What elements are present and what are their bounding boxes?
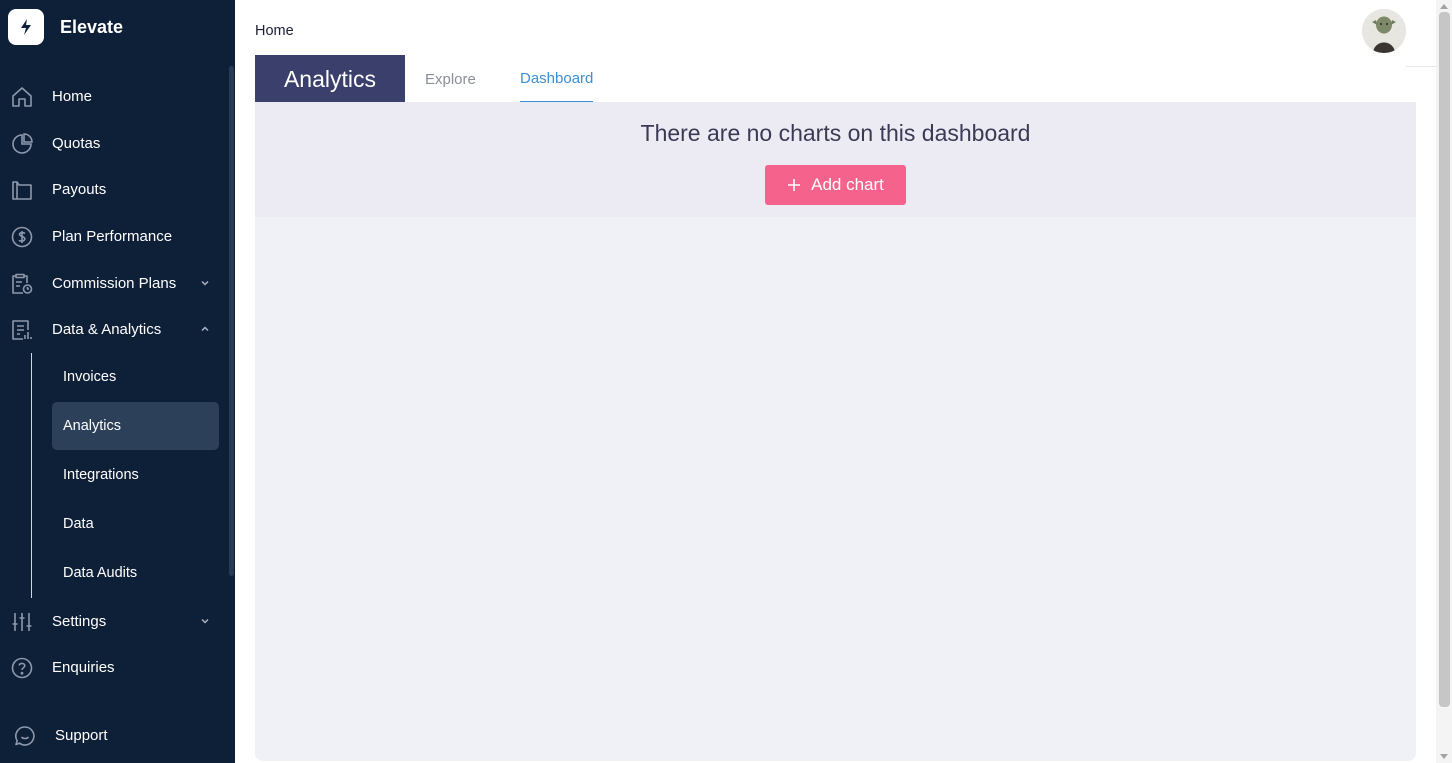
empty-state-message: There are no charts on this dashboard xyxy=(640,120,1031,146)
scroll-down-arrow-icon[interactable] xyxy=(1440,754,1448,760)
sidebar-item-label: Data & Analytics xyxy=(52,320,162,338)
submenu-guide-line xyxy=(31,353,32,598)
document-report-icon xyxy=(10,318,34,342)
sidebar-item-label: Enquiries xyxy=(52,658,115,676)
sidebar-item-label: Commission Plans xyxy=(52,274,177,292)
empty-state: There are no charts on this dashboard Ad… xyxy=(255,102,1416,217)
lightning-bolt-icon xyxy=(8,9,44,45)
sidebar-item-quotas[interactable]: Quotas xyxy=(0,123,229,163)
sidebar-item-plan-performance[interactable]: Plan Performance xyxy=(0,216,229,256)
dollar-circle-icon xyxy=(10,225,34,249)
sidebar-subitem-data-audits[interactable]: Data Audits xyxy=(52,549,219,597)
home-icon xyxy=(10,85,34,109)
help-circle-icon xyxy=(10,656,34,680)
sidebar-item-enquiries[interactable]: Enquiries xyxy=(0,647,229,687)
breadcrumb[interactable]: Home xyxy=(255,23,294,39)
sidebar-item-commission-plans[interactable]: Commission Plans xyxy=(0,263,229,303)
sidebar-item-settings[interactable]: Settings xyxy=(0,601,229,641)
sidebar: Elevate Home Quotas Payouts Plan Perform… xyxy=(0,0,235,763)
chat-bubble-icon xyxy=(13,724,37,748)
page-scrollbar-thumb[interactable] xyxy=(1439,12,1450,707)
chevron-down-icon[interactable] xyxy=(198,614,212,628)
page-title: Analytics xyxy=(255,55,405,103)
sidebar-subitem-invoices[interactable]: Invoices xyxy=(52,353,219,401)
sidebar-item-data-analytics[interactable]: Data & Analytics xyxy=(0,309,229,349)
app-name: Elevate xyxy=(60,16,124,37)
dashboard-panel: There are no charts on this dashboard Ad… xyxy=(255,102,1416,761)
sidebar-item-label: Plan Performance xyxy=(52,227,173,245)
support-button[interactable]: Support xyxy=(0,715,229,755)
sidebar-item-label: Settings xyxy=(52,612,107,630)
sidebar-item-label: Home xyxy=(52,87,93,105)
sidebar-subitem-analytics[interactable]: Analytics xyxy=(52,402,219,450)
sidebar-scrollbar[interactable] xyxy=(229,66,234,576)
sidebar-subitem-integrations[interactable]: Integrations xyxy=(52,451,219,499)
sidebar-item-payouts[interactable]: Payouts xyxy=(0,169,229,209)
header-divider xyxy=(1406,66,1436,67)
sidebar-item-label: Quotas xyxy=(52,134,101,152)
plus-icon xyxy=(788,179,801,191)
support-label: Support xyxy=(55,726,108,744)
sliders-icon xyxy=(10,610,34,634)
add-chart-label: Add chart xyxy=(811,175,884,194)
brand[interactable]: Elevate xyxy=(8,9,123,45)
add-chart-button[interactable]: Add chart xyxy=(765,165,906,205)
wallet-icon xyxy=(10,178,34,202)
sidebar-item-label: Payouts xyxy=(52,180,107,198)
tab-explore[interactable]: Explore xyxy=(425,55,476,103)
clipboard-clock-icon xyxy=(10,272,34,296)
pie-chart-icon xyxy=(10,132,34,156)
tab-dashboard[interactable]: Dashboard xyxy=(520,55,594,103)
sidebar-item-home[interactable]: Home xyxy=(0,76,229,116)
avatar[interactable] xyxy=(1362,9,1406,53)
chevron-down-icon[interactable] xyxy=(198,276,212,290)
sidebar-subitem-data[interactable]: Data xyxy=(52,500,219,548)
chevron-up-icon[interactable] xyxy=(198,322,212,336)
scroll-up-arrow-icon[interactable] xyxy=(1440,3,1448,9)
